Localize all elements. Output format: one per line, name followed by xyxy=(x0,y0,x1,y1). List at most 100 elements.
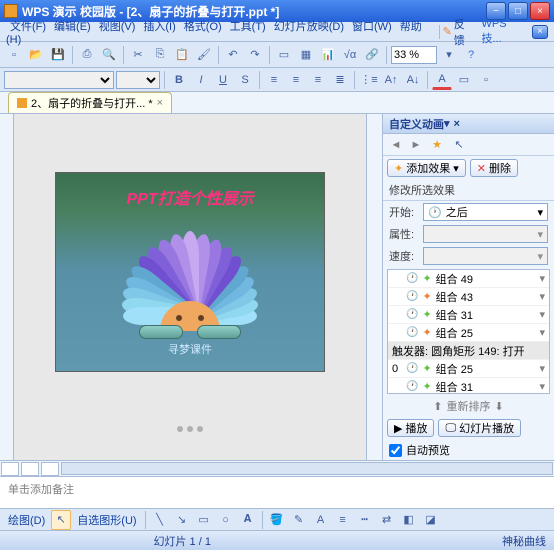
play-button[interactable]: ▶ 播放 xyxy=(387,419,434,437)
rect-icon[interactable]: ▭ xyxy=(194,510,214,530)
line-style-icon[interactable]: ≡ xyxy=(333,510,353,530)
menu-item[interactable]: 幻灯片放映(D) xyxy=(270,19,348,35)
cut-icon[interactable]: ✂ xyxy=(128,45,148,65)
underline-icon[interactable]: U xyxy=(213,70,233,90)
copy-icon[interactable]: ⎘ xyxy=(150,45,170,65)
arrow-style-icon[interactable]: ⇄ xyxy=(377,510,397,530)
undo-icon[interactable]: ↶ xyxy=(223,45,243,65)
normal-view-button[interactable] xyxy=(1,462,19,476)
chart-icon[interactable]: 📊 xyxy=(318,45,338,65)
autoshape-menu[interactable]: 自选图形(U) xyxy=(73,510,140,530)
draw-menu[interactable]: 绘图(D) xyxy=(4,510,49,530)
thumbnail-pane[interactable] xyxy=(0,114,14,460)
slide-editor[interactable]: PPT打造个性展示 寻梦课件 xyxy=(14,114,366,460)
fill-color-icon[interactable]: 🪣 xyxy=(267,510,287,530)
new-icon[interactable]: ▫ xyxy=(4,45,24,65)
chevron-down-icon[interactable]: ▾ xyxy=(539,362,545,375)
doc-close-button[interactable]: × xyxy=(532,25,548,39)
slide-canvas[interactable]: PPT打造个性展示 寻梦课件 xyxy=(55,172,325,372)
preview-icon[interactable]: 🔍 xyxy=(99,45,119,65)
shadow-style-icon[interactable]: ◧ xyxy=(399,510,419,530)
add-effect-button[interactable]: ✦ 添加效果 ▾ xyxy=(387,159,466,177)
font-color-icon[interactable]: A xyxy=(432,70,452,90)
table-icon[interactable]: ▦ xyxy=(296,45,316,65)
start-select[interactable]: 🕐 之后 ▾ xyxy=(423,203,548,221)
menu-item[interactable]: 格式(O) xyxy=(180,19,226,35)
bold-icon[interactable]: B xyxy=(169,70,189,90)
shadow-icon[interactable]: S xyxy=(235,70,255,90)
zoom-dropdown-icon[interactable]: ▾ xyxy=(439,45,459,65)
menu-item[interactable]: 编辑(E) xyxy=(50,19,95,35)
dash-icon[interactable]: ┅ xyxy=(355,510,375,530)
redo-icon[interactable]: ↷ xyxy=(245,45,265,65)
3d-icon[interactable]: ◪ xyxy=(421,510,441,530)
tab-close-icon[interactable]: × xyxy=(157,97,163,109)
wps-link[interactable]: WPS技... xyxy=(482,18,527,46)
paste-icon[interactable]: 📋 xyxy=(172,45,192,65)
notes-pane[interactable]: 单击添加备注 xyxy=(0,476,554,508)
help-icon[interactable]: ? xyxy=(461,45,481,65)
line-color-icon[interactable]: ✎ xyxy=(289,510,309,530)
vertical-scrollbar[interactable] xyxy=(366,114,382,460)
decrease-font-icon[interactable]: A↓ xyxy=(403,70,423,90)
oval-icon[interactable]: ○ xyxy=(216,510,236,530)
feedback-link[interactable]: 反馈 xyxy=(454,16,476,48)
pointer-icon[interactable]: ↖ xyxy=(449,135,469,155)
horizontal-scrollbar[interactable] xyxy=(61,462,553,475)
open-icon[interactable]: 📂 xyxy=(26,45,46,65)
sorter-view-button[interactable] xyxy=(21,462,39,476)
animation-item[interactable]: 🕐✦组合 43▾ xyxy=(388,288,549,306)
italic-icon[interactable]: I xyxy=(191,70,211,90)
animation-item[interactable]: 🕐✦组合 31▾ xyxy=(388,306,549,324)
select-icon[interactable]: ↖ xyxy=(51,510,71,530)
slideshow-button[interactable]: 🖵 幻灯片播放 xyxy=(438,419,521,437)
animation-icon[interactable]: ★ xyxy=(427,135,447,155)
move-down-icon[interactable]: ⬇ xyxy=(495,400,504,413)
line-icon[interactable]: ╲ xyxy=(150,510,170,530)
auto-preview-checkbox[interactable] xyxy=(389,444,402,457)
panel-dropdown-icon[interactable]: ▾ xyxy=(444,117,450,130)
menu-item[interactable]: 插入(I) xyxy=(139,19,179,35)
file-tab[interactable]: 2、扇子的折叠与打开... * × xyxy=(8,92,172,113)
nav-fwd-icon[interactable]: ► xyxy=(407,137,425,153)
design-icon[interactable]: ▭ xyxy=(454,70,474,90)
menu-item[interactable]: 工具(T) xyxy=(226,19,270,35)
chevron-down-icon[interactable]: ▾ xyxy=(539,290,545,303)
chevron-down-icon[interactable]: ▾ xyxy=(539,272,545,285)
align-left-icon[interactable]: ≡ xyxy=(264,70,284,90)
animation-item[interactable]: 🕐✦组合 25▾ xyxy=(388,324,549,342)
move-up-icon[interactable]: ⬆ xyxy=(433,400,442,413)
animation-item[interactable]: 🕐✦组合 49▾ xyxy=(388,270,549,288)
bullets-icon[interactable]: ⋮≡ xyxy=(359,70,379,90)
new-slide-icon[interactable]: ▫ xyxy=(476,70,496,90)
format-painter-icon[interactable]: 🖌 xyxy=(194,45,214,65)
align-right-icon[interactable]: ≡ xyxy=(308,70,328,90)
hyperlink-icon[interactable]: 🔗 xyxy=(362,45,382,65)
close-button[interactable]: × xyxy=(530,2,550,20)
print-icon[interactable]: ⎙ xyxy=(77,45,97,65)
nav-back-icon[interactable]: ◄ xyxy=(387,137,405,153)
arrow-icon[interactable]: ↘ xyxy=(172,510,192,530)
animation-list[interactable]: 🕐✦组合 49▾🕐✦组合 43▾🕐✦组合 31▾🕐✦组合 25▾触发器: 圆角矩… xyxy=(387,269,550,394)
chevron-down-icon[interactable]: ▾ xyxy=(539,380,545,393)
align-center-icon[interactable]: ≡ xyxy=(286,70,306,90)
insert-slide-icon[interactable]: ▭ xyxy=(274,45,294,65)
fold-button[interactable] xyxy=(139,325,183,339)
textbox-icon[interactable]: 𝐀 xyxy=(238,510,258,530)
font-select[interactable] xyxy=(4,71,114,89)
open-button[interactable] xyxy=(197,325,241,339)
formula-icon[interactable]: √α xyxy=(340,45,360,65)
animation-item[interactable]: 0🕐✦组合 25▾ xyxy=(388,360,549,378)
chevron-down-icon[interactable]: ▾ xyxy=(539,326,545,339)
distribute-icon[interactable]: ≣ xyxy=(330,70,350,90)
menu-item[interactable]: 窗口(W) xyxy=(348,19,396,35)
increase-font-icon[interactable]: A↑ xyxy=(381,70,401,90)
font-color-icon[interactable]: A xyxy=(311,510,331,530)
chevron-down-icon[interactable]: ▾ xyxy=(539,308,545,321)
zoom-input[interactable]: 33 % xyxy=(391,46,437,64)
panel-close-icon[interactable]: × xyxy=(454,118,460,130)
size-select[interactable] xyxy=(116,71,160,89)
delete-button[interactable]: ✕ 删除 xyxy=(470,159,518,177)
animation-item[interactable]: 🕐✦组合 31▾ xyxy=(388,378,549,394)
save-icon[interactable]: 💾 xyxy=(48,45,68,65)
